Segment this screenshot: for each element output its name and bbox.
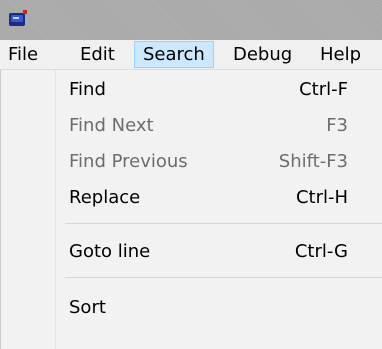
menu-separator: [65, 223, 382, 224]
menu-item-replace[interactable]: Replace Ctrl-H: [1, 180, 382, 216]
menu-item-shortcut: F3: [326, 115, 348, 136]
menu-item-find[interactable]: Find Ctrl-F: [1, 72, 382, 108]
menu-edit[interactable]: Edit: [72, 41, 123, 68]
menu-item-label: Find Next: [69, 115, 154, 136]
menu-file[interactable]: File: [0, 41, 46, 68]
menu-item-shortcut: Ctrl-G: [294, 241, 348, 262]
menu-help[interactable]: Help: [312, 41, 369, 68]
menu-item-shortcut: Ctrl-H: [295, 187, 348, 208]
app-icon: [9, 10, 27, 26]
menu-item-label: Sort: [69, 297, 106, 318]
menu-item-sort[interactable]: Sort: [1, 290, 382, 326]
menu-bar: File Edit Search Debug Help: [0, 40, 382, 70]
menu-item-label: Replace: [69, 187, 141, 208]
menu-separator: [65, 277, 382, 278]
menu-debug[interactable]: Debug: [225, 41, 300, 68]
menu-item-goto-line[interactable]: Goto line Ctrl-G: [1, 234, 382, 270]
title-bar: [0, 0, 382, 40]
menu-search[interactable]: Search: [134, 41, 214, 68]
menu-item-label: Find Previous: [69, 151, 188, 172]
menu-item-label: Goto line: [69, 241, 151, 262]
menu-item-find-previous[interactable]: Find Previous Shift-F3: [1, 144, 382, 180]
menu-item-shortcut: Shift-F3: [278, 151, 348, 172]
menu-item-label: Find: [69, 79, 106, 100]
menu-item-find-next[interactable]: Find Next F3: [1, 108, 382, 144]
search-dropdown-menu: Find Ctrl-F Find Next F3 Find Previous S…: [0, 70, 382, 349]
menu-item-shortcut: Ctrl-F: [299, 79, 348, 100]
